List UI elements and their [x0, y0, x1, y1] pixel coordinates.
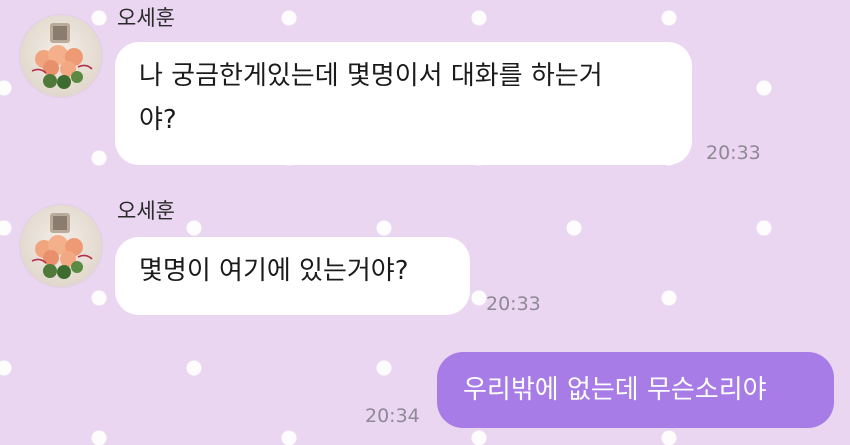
- message-text: 몇명이 여기에 있는거야?: [139, 256, 409, 286]
- message-text-line: 나 궁금한게있는데 몇명이서 대화를 하는거: [139, 61, 603, 91]
- message-text: 우리밖에 없는데 무슨소리야: [463, 375, 767, 405]
- message-bubble[interactable]: 몇명이 여기에 있는거야?: [115, 237, 470, 315]
- sender-avatar[interactable]: [20, 15, 102, 97]
- message-timestamp: 20:33: [486, 293, 541, 315]
- flower-bouquet-avatar-icon: [31, 23, 93, 89]
- message-bubble-sent[interactable]: 우리밖에 없는데 무슨소리야: [437, 352, 834, 428]
- message-text-line: 야?: [139, 105, 177, 135]
- sender-name: 오세훈: [117, 6, 175, 30]
- flower-bouquet-avatar-icon: [31, 213, 93, 279]
- message-timestamp: 20:34: [365, 405, 420, 427]
- message-sent-1: 20:34 우리밖에 없는데 무슨소리야: [0, 340, 850, 435]
- message-bubble[interactable]: 나 궁금한게있는데 몇명이서 대화를 하는거 야?: [115, 42, 692, 165]
- message-received-1: 오세훈 나 궁금한게있는데 몇명이서 대화를 하는거 야? 20:33: [0, 0, 850, 175]
- message-received-2: 오세훈 몇명이 여기에 있는거야? 20:33: [0, 190, 850, 320]
- chat-message-list[interactable]: 오세훈 나 궁금한게있는데 몇명이서 대화를 하는거 야? 20:33 오세훈 …: [0, 0, 850, 445]
- sender-avatar[interactable]: [20, 205, 102, 287]
- message-timestamp: 20:33: [706, 142, 761, 164]
- sender-name: 오세훈: [117, 199, 175, 223]
